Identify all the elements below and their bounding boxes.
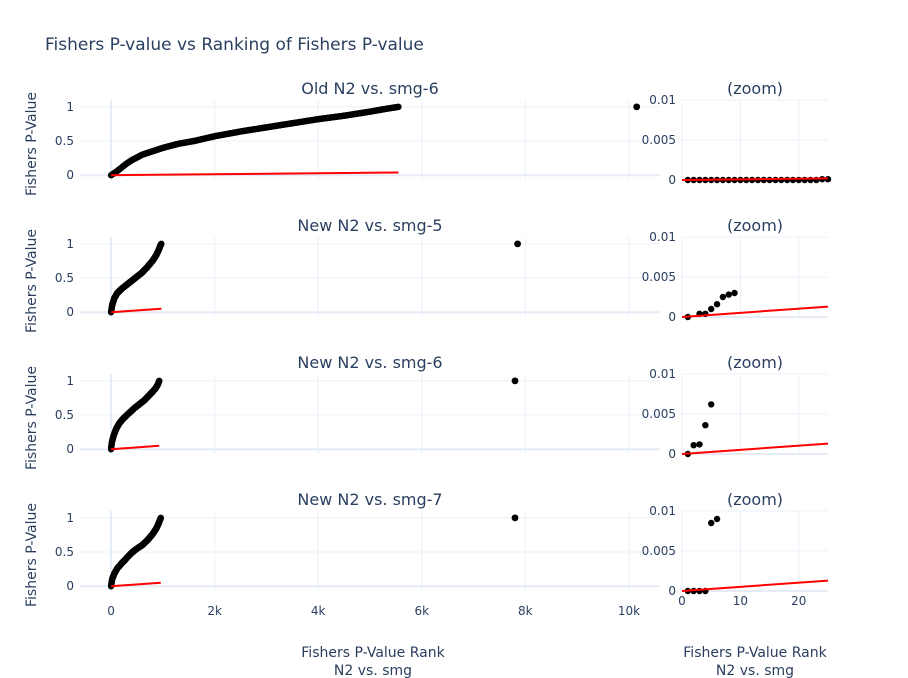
data-point [731,289,738,297]
x-tick-label: 10 [733,594,748,608]
y-tick-label: 0.5 [55,271,74,285]
y-tick-label: 0.01 [649,93,676,107]
y-tick-label: 0.01 [649,504,676,518]
data-point [708,519,715,527]
y-axis-title: Fishers P-Value [24,366,40,470]
y-tick-label: 0 [66,442,74,456]
y-tick-label: 0 [668,310,676,324]
y-tick-label: 0 [668,584,676,598]
x-tick-label: 10k [618,604,640,618]
x-tick-label: 0 [678,594,686,608]
subplot-title: (zoom) [727,353,783,372]
data-point [696,441,703,448]
data-point [725,291,732,298]
outlier-point [511,514,519,522]
zoom-subplot: 0 0.005 0.01 (zoom) [642,216,829,324]
data-point [713,301,721,308]
x-tick-label: 8k [518,604,533,618]
marker-series [684,401,715,458]
data-point [157,514,164,522]
y-tick-label: 1 [66,374,74,388]
y-tick-label: 1 [66,100,74,114]
reference-line [681,442,829,455]
subplot-title: (zoom) [727,216,783,235]
data-point [783,176,791,184]
main-subplot: 0 0.5 1 New N2 vs. smg-7 Fishers P-Value 0 2k 4… [24,490,660,618]
x-tick-label: 20 [791,594,806,608]
subplot-title: (zoom) [727,490,783,509]
x-axis-title: Fishers P-Value Rank N2 vs. smg [301,645,445,678]
figure: Fishers P-value vs Ranking of Fishers P-… [24,35,832,678]
outlier-point [633,103,641,111]
y-tick-label: 0 [668,447,676,461]
reference-line [681,579,829,592]
zoom-subplot: 0 0.005 0.01 (zoom) [642,353,829,461]
data-point [708,401,715,408]
main-subplot: 0 0.5 1 Old N2 vs. smg-6 Fishers P-Value [24,79,660,196]
y-tick-label: 0.5 [55,134,74,148]
data-point [713,515,721,523]
y-axis-title: Fishers P-Value [24,503,40,607]
main-subplot: 0 0.5 1 New N2 vs. smg-6 Fishers P-Value [24,353,660,470]
y-tick-label: 0 [66,305,74,319]
subplot-title: New N2 vs. smg-5 [297,216,442,235]
outlier-point [511,377,519,385]
x-tick-label: 6k [414,604,429,618]
y-tick-label: 0.005 [642,133,676,147]
main-subplot: 0 0.5 1 New N2 vs. smg-5 Fishers P-Value [24,216,660,333]
y-tick-label: 1 [66,237,74,251]
data-point [156,377,163,385]
subplot-grid: 0 0.5 1 Old N2 vs. smg-6 Fishers P-Value 0 0.0… [24,79,832,678]
y-tick-label: 0.5 [55,545,74,559]
zoom-subplot: 0 0.005 0.01 (zoom) 0 10 20 [642,490,829,608]
data-point [702,422,709,429]
subplot-title: (zoom) [727,79,783,98]
subplot-title: Old N2 vs. smg-6 [301,79,439,98]
data-point [778,176,785,184]
zoom-subplot: 0 0.005 0.01 (zoom) [642,79,832,187]
y-tick-label: 0 [66,168,74,182]
data-point [690,442,697,449]
y-tick-label: 0 [668,173,676,187]
data-point [158,240,165,248]
y-tick-label: 0.005 [642,407,676,421]
data-point [719,293,727,301]
x-tick-label: 4k [311,604,326,618]
y-axis-title: Fishers P-Value [24,229,40,333]
y-axis-title: Fishers P-Value [24,92,40,196]
data-point [708,305,715,313]
x-tick-label: 0 [107,604,115,618]
subplot-title: New N2 vs. smg-6 [297,353,442,372]
y-tick-label: 0.01 [649,367,676,381]
y-tick-label: 0.005 [642,270,676,284]
data-point [395,103,402,111]
y-tick-label: 0 [66,579,74,593]
x-axis-title: Fishers P-Value Rank N2 vs. smg [683,645,827,678]
y-tick-label: 1 [66,511,74,525]
y-tick-label: 0.005 [642,544,676,558]
x-tick-label: 2k [207,604,222,618]
subplot-title: New N2 vs. smg-7 [297,490,442,509]
figure-title: Fishers P-value vs Ranking of Fishers P-… [45,35,424,55]
outlier-point [514,240,521,248]
y-tick-label: 0.01 [649,230,676,244]
marker-series [684,515,721,595]
y-tick-label: 0.5 [55,408,74,422]
